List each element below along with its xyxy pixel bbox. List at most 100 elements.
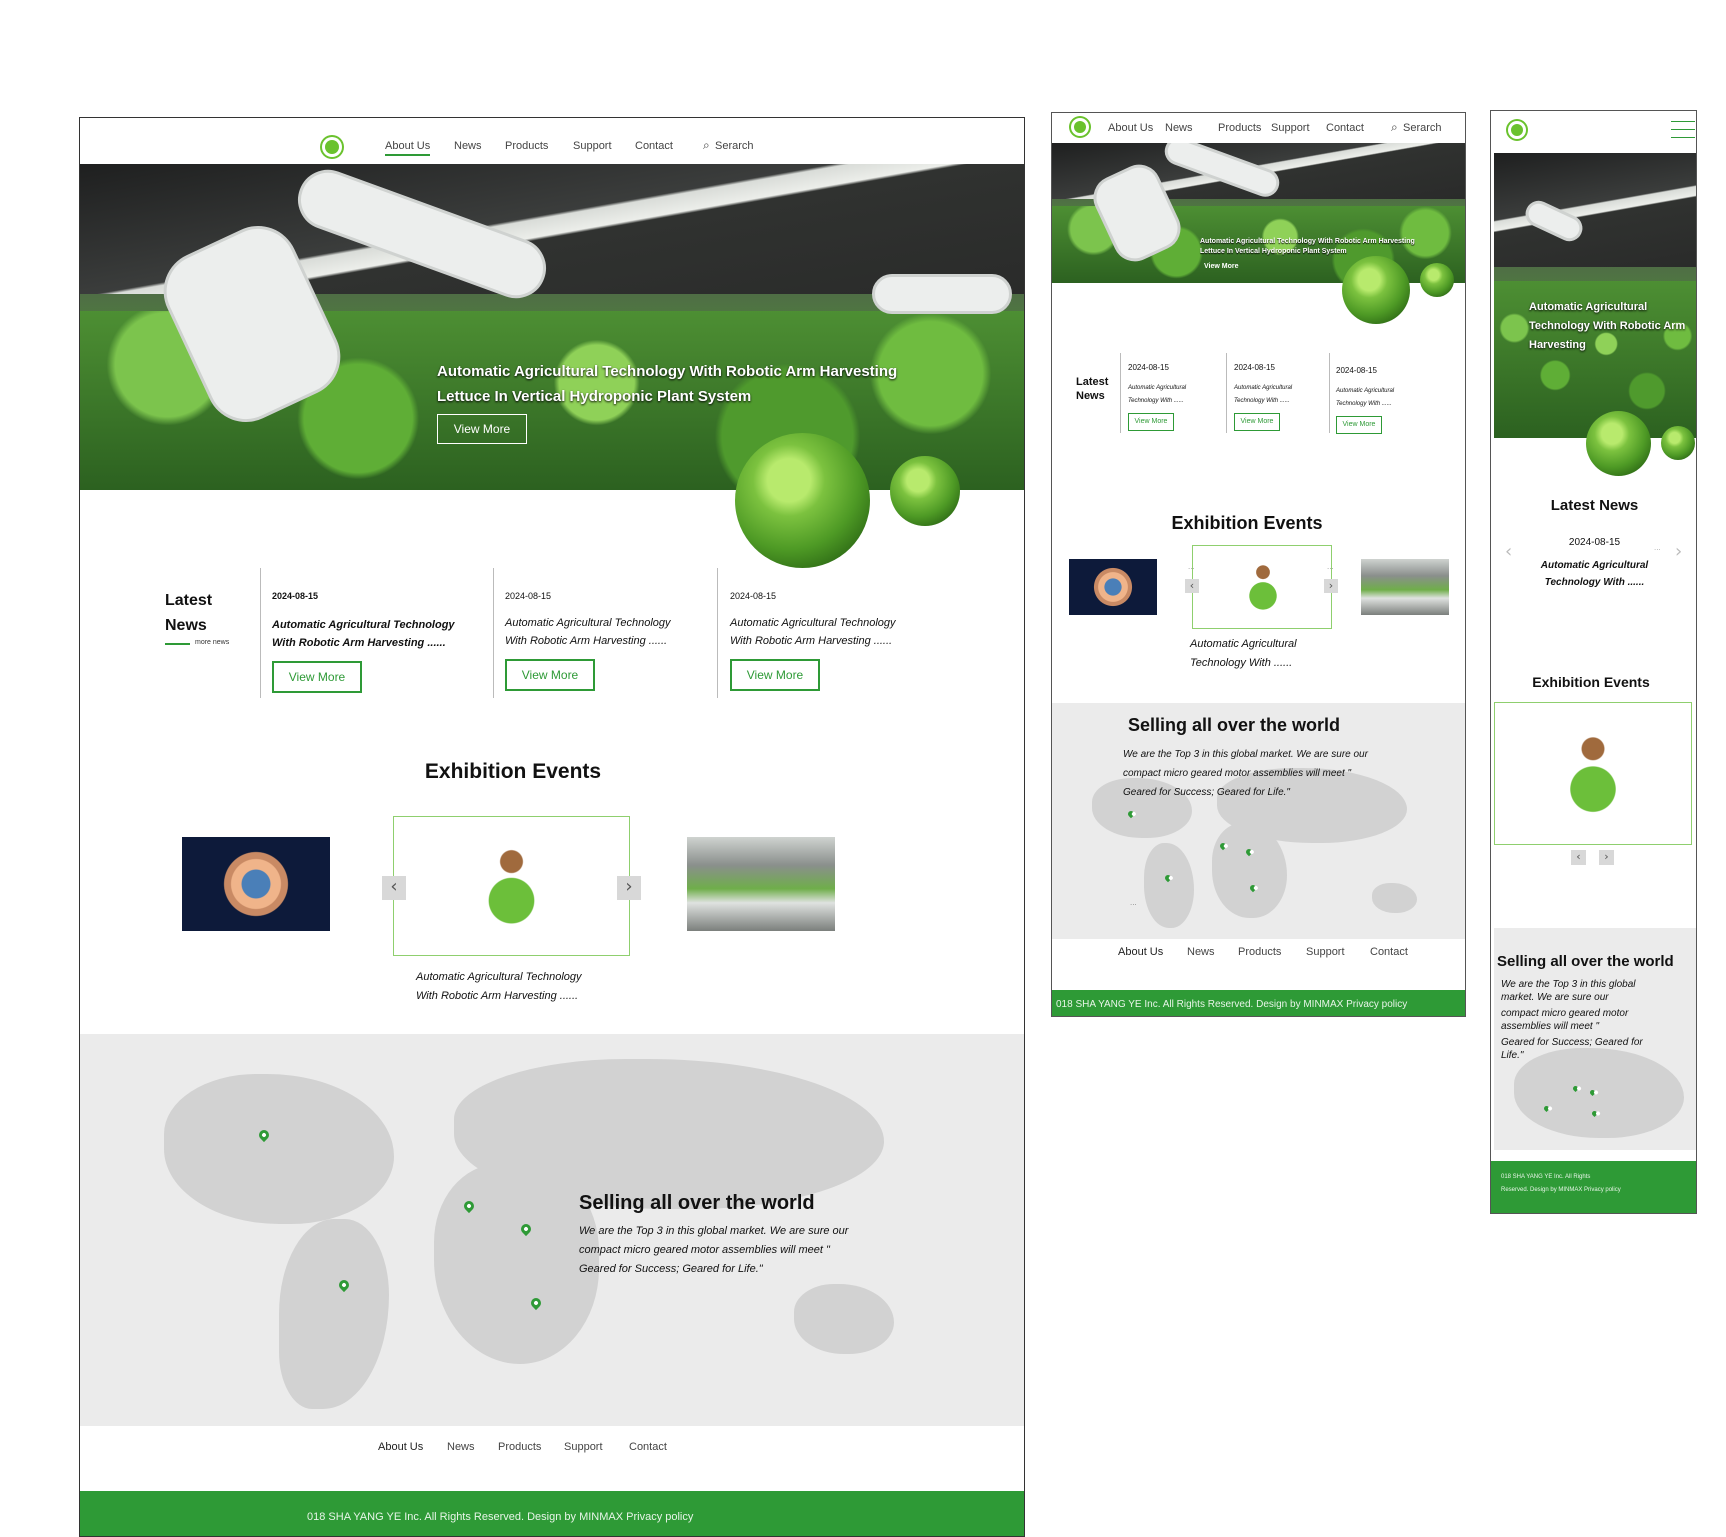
news-title-line: Automatic Agricultural (1336, 388, 1395, 394)
logo-icon[interactable] (1074, 121, 1086, 133)
hero-title-line2: Lettuce In Vertical Hydroponic Plant Sys… (437, 388, 752, 405)
carousel-prev-button[interactable]: ‹ (1571, 850, 1586, 865)
news-title[interactable]: Automatic Agricultural Technology With .… (1234, 382, 1292, 408)
footer-copyright: 018 SHA YANG YE Inc. All Rights Reserved… (1501, 1171, 1621, 1197)
carousel-next-button[interactable]: › (1599, 850, 1614, 865)
footer-nav-news[interactable]: News (1187, 946, 1215, 958)
nav-news[interactable]: News (1165, 122, 1193, 134)
exhibition-featured-card[interactable] (1192, 545, 1332, 629)
world-text-line: We are the Top 3 in this global (1501, 979, 1636, 990)
news-title-line: With Robotic Arm Harvesting ...... (730, 635, 893, 647)
nav-support[interactable]: Support (1271, 122, 1310, 134)
nav-search[interactable]: Serarch (1403, 122, 1442, 134)
logo-icon[interactable] (1511, 124, 1523, 136)
divider (493, 568, 494, 698)
news-view-more-button[interactable]: View More (272, 661, 362, 693)
exhibition-image-rabbit (1223, 550, 1303, 624)
news-title[interactable]: Automatic Agricultural Technology With R… (730, 614, 940, 650)
news-title[interactable]: Automatic Agricultural Technology With .… (1336, 385, 1394, 411)
hero-title: Automatic Agricultural Technology With R… (1529, 301, 1686, 351)
news-title[interactable]: Automatic Agricultural Technology With .… (1491, 557, 1696, 591)
carousel-next-button[interactable]: › (1324, 579, 1338, 593)
divider (1329, 353, 1330, 433)
news-date: 2024-08-15 (505, 591, 552, 601)
news-title-line: Automatic Agricultural Technology (730, 617, 896, 629)
more-news-link[interactable]: more news (195, 639, 229, 646)
carousel-prev-button[interactable]: ‹ (1185, 579, 1199, 593)
logo-icon[interactable] (325, 140, 339, 154)
footer-nav-products[interactable]: Products (1238, 946, 1281, 958)
nav-news[interactable]: News (454, 140, 482, 152)
nav-contact[interactable]: Contact (635, 140, 673, 152)
nav-products[interactable]: Products (1218, 122, 1261, 134)
news-view-more-button[interactable]: View More (505, 659, 595, 691)
news-title[interactable]: Automatic Agricultural Technology With R… (505, 614, 715, 650)
search-icon[interactable]: ⌕ (1391, 120, 1398, 135)
exhibition-image-earth[interactable] (1069, 559, 1157, 615)
footer-nav-contact[interactable]: Contact (1370, 946, 1408, 958)
hamburger-menu-icon[interactable] (1671, 119, 1695, 138)
world-heading: Selling all over the world (579, 1192, 815, 1214)
nav-products[interactable]: Products (505, 140, 548, 152)
world-text-line: We are the Top 3 in this global market. … (1123, 749, 1368, 760)
nav-about-us[interactable]: About Us (1108, 122, 1153, 134)
news-view-more-button[interactable]: View More (730, 659, 820, 691)
nav-search[interactable]: Serarch (715, 140, 754, 152)
news-title-line: With Robotic Arm Harvesting ...... (272, 637, 446, 649)
lettuce-decoration-small (1661, 426, 1695, 460)
exhibition-image-farm[interactable] (687, 837, 835, 931)
exhibition-caption: Automatic Agricultural Technology With R… (416, 968, 582, 1006)
carousel-prev-button[interactable]: ‹ (382, 876, 406, 900)
world-text-line: compact micro geared motor assemblies wi… (1123, 768, 1352, 779)
hero-banner: Automatic Agricultural Technology With R… (80, 164, 1024, 490)
exhibition-heading: Exhibition Events (1171, 513, 1323, 533)
search-icon[interactable]: ⌕ (703, 138, 710, 153)
footer-copyright-line: Reserved. Design by MINMAX Privacy polic… (1501, 1187, 1621, 1193)
news-date: 2024-08-15 (272, 591, 319, 601)
news-title[interactable]: Automatic Agricultural Technology With R… (272, 616, 492, 652)
news-title[interactable]: Automatic Agricultural Technology With .… (1128, 382, 1186, 408)
news-card: 2024-08-15 Automatic Agricultural Techno… (1128, 363, 1186, 431)
news-card: 2024-08-15 Automatic Agricultural Techno… (1336, 366, 1394, 434)
news-view-more-button[interactable]: View More (1128, 413, 1174, 431)
news-title-line: Automatic Agricultural (1128, 385, 1187, 391)
news-view-more-button[interactable]: View More (1234, 413, 1280, 431)
footer-nav-contact[interactable]: Contact (629, 1441, 667, 1453)
exhibition-image-earth[interactable] (182, 837, 330, 931)
exhibition-featured-card[interactable] (393, 816, 630, 956)
nav-contact[interactable]: Contact (1326, 122, 1364, 134)
exhibition-featured-card[interactable] (1494, 702, 1692, 845)
footer-bar: 018 SHA YANG YE Inc. All Rights Reserved… (1052, 990, 1465, 1016)
news-view-more-button[interactable]: View More (1336, 416, 1382, 434)
news-ellipsis: ... (1654, 543, 1661, 552)
footer-nav-support[interactable]: Support (1306, 946, 1345, 958)
lettuce-decoration (1342, 256, 1410, 324)
exhibition-caption-line: Automatic Agricultural Technology (416, 971, 582, 983)
nav-support[interactable]: Support (573, 140, 612, 152)
footer-nav-news[interactable]: News (447, 1441, 475, 1453)
footer-nav-about-us[interactable]: About Us (1118, 946, 1163, 958)
hero-view-more-button[interactable]: View More (437, 414, 527, 444)
footer-nav-support[interactable]: Support (564, 1441, 603, 1453)
tablet-frame: About Us News Products Support Contact ⌕… (1051, 112, 1466, 1017)
hero-title-line2: Lettuce In Vertical Hydroponic Plant Sys… (1200, 248, 1347, 255)
news-title-line: Technology With ...... (1544, 577, 1645, 588)
divider (1226, 353, 1227, 433)
world-section: ... Selling all over the world We are th… (1052, 703, 1465, 939)
carousel-ellipsis: ... (1327, 562, 1334, 571)
map-africa (434, 1164, 599, 1364)
footer-nav-about-us[interactable]: About Us (378, 1441, 423, 1453)
exhibition-image-farm[interactable] (1361, 559, 1449, 615)
carousel-next-button[interactable]: › (617, 876, 641, 900)
news-date: 2024-08-15 (730, 591, 777, 601)
world-text-line: compact micro geared motor (1501, 1008, 1629, 1019)
map-ellipsis: ... (1130, 898, 1137, 907)
news-title-line: Automatic Agricultural Technology (272, 619, 455, 631)
world-heading: Selling all over the world (1128, 715, 1341, 735)
nav-about-us[interactable]: About Us (385, 140, 431, 156)
hero-view-more-button[interactable]: View More (1204, 263, 1239, 270)
map-australia (1372, 883, 1417, 913)
divider (717, 568, 718, 698)
world-text-line: Life." (1501, 1050, 1524, 1061)
footer-nav-products[interactable]: Products (498, 1441, 541, 1453)
